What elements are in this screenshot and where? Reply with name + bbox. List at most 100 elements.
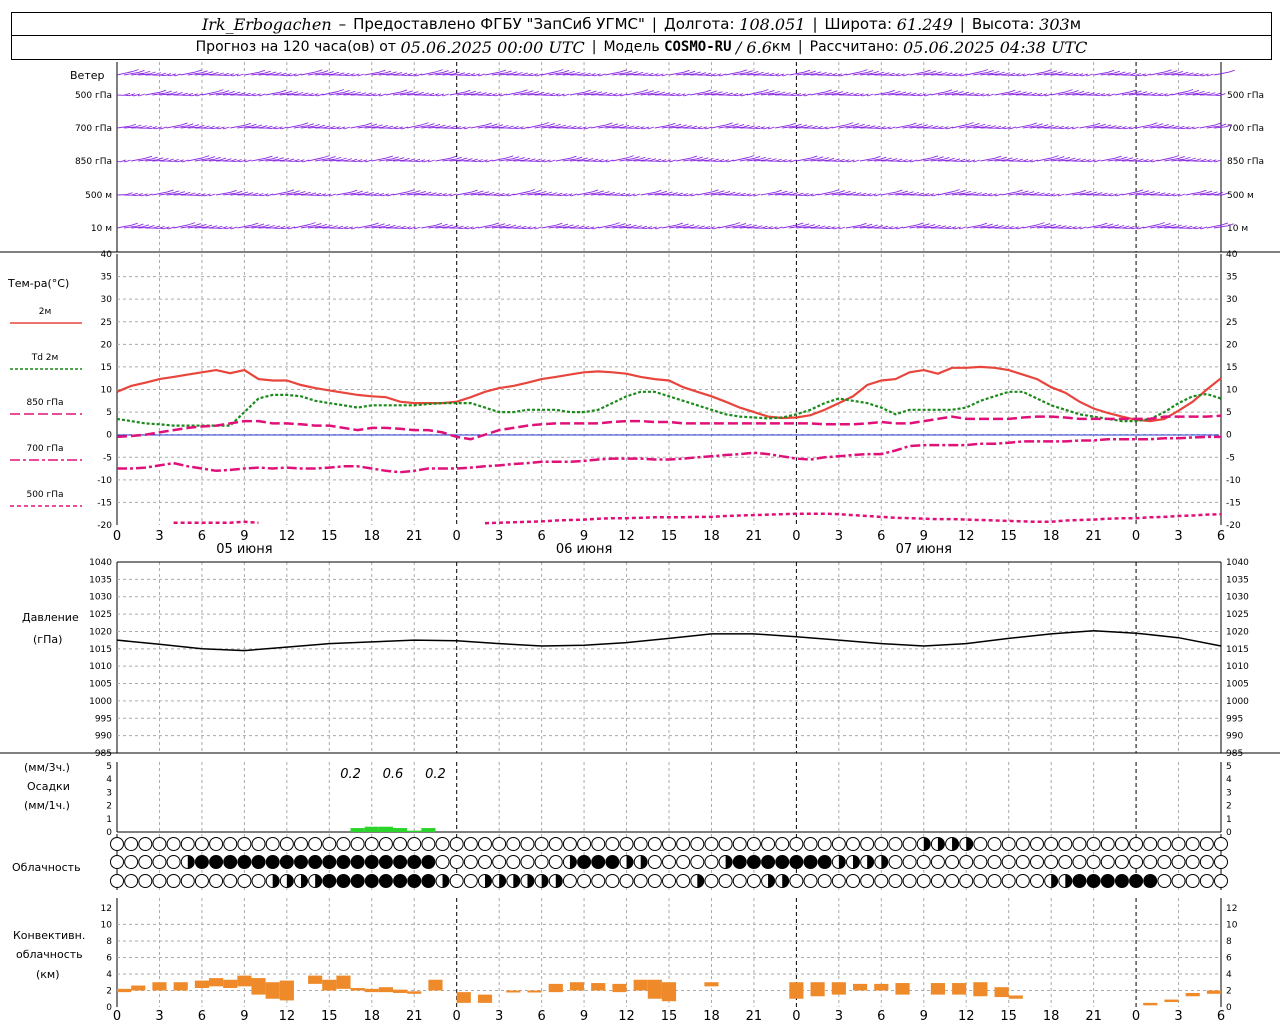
wind-barb-flag bbox=[562, 69, 570, 73]
wind-barb bbox=[746, 194, 750, 197]
temp-ytick: -10 bbox=[97, 476, 112, 486]
wind-barb-flag bbox=[1056, 71, 1063, 75]
wind-barb bbox=[449, 127, 455, 130]
conv-bar bbox=[428, 979, 443, 991]
precip-bar bbox=[421, 828, 436, 832]
wind-barb-flag bbox=[590, 90, 597, 94]
wind-barb bbox=[258, 194, 263, 197]
wind-barb bbox=[1086, 160, 1090, 163]
wind-barb-flag bbox=[789, 122, 797, 126]
wind-level-label-right: 10 м bbox=[1227, 224, 1248, 234]
wind-barb-flag bbox=[162, 158, 169, 161]
wind-barb bbox=[314, 94, 318, 97]
wind-barb bbox=[1079, 74, 1083, 77]
precip-bars bbox=[350, 826, 436, 832]
cloud-circle bbox=[393, 855, 408, 869]
wind-barb bbox=[1185, 127, 1189, 130]
wind-barb bbox=[343, 227, 348, 230]
wind-barb-flag bbox=[1043, 223, 1051, 226]
wind-barb bbox=[597, 74, 600, 77]
wind-barb-flag bbox=[181, 122, 188, 126]
cloud-circle bbox=[1086, 837, 1101, 851]
wind-barb bbox=[265, 127, 272, 129]
wind-barb-flag bbox=[137, 223, 144, 227]
wind-barb-flag bbox=[376, 124, 383, 128]
wind-barb bbox=[421, 160, 424, 163]
wind-barb-flag bbox=[712, 158, 719, 162]
wind-barb bbox=[230, 74, 233, 77]
cloud-half bbox=[838, 855, 846, 869]
wind-barb bbox=[1008, 227, 1013, 230]
wind-barb-flag bbox=[948, 157, 955, 161]
wind-barb-flag bbox=[327, 71, 334, 74]
conv-bar bbox=[251, 978, 266, 995]
wind-barb-flag bbox=[869, 125, 876, 129]
cloud-circle bbox=[718, 874, 733, 888]
wind-barb-flag bbox=[861, 69, 868, 73]
wind-barb bbox=[350, 160, 357, 163]
pressure-ytick: 1015 bbox=[89, 645, 112, 655]
conv-bar bbox=[930, 983, 945, 995]
wind-barb bbox=[258, 94, 260, 97]
conv-bar bbox=[117, 988, 132, 993]
day-label: 07 июня bbox=[896, 542, 952, 557]
wind-barb-flag bbox=[748, 155, 755, 158]
wind-barb bbox=[668, 94, 675, 97]
cloud-circle bbox=[662, 874, 676, 888]
wind-barb bbox=[767, 127, 770, 130]
pressure-ytick: 1010 bbox=[89, 662, 112, 672]
wind-barb-flag bbox=[1126, 157, 1134, 161]
wind-barb bbox=[1143, 160, 1148, 163]
wind-barb bbox=[584, 74, 590, 77]
wind-level-label-right: 500 м bbox=[1227, 191, 1254, 201]
wind-barb bbox=[308, 94, 313, 97]
conv-ytick-right: 8 bbox=[1226, 937, 1232, 947]
wind-barb-flag bbox=[847, 92, 854, 96]
wind-barb bbox=[548, 94, 554, 97]
wind-barb-flag bbox=[362, 191, 369, 195]
cloud-circle bbox=[279, 855, 294, 869]
wind-barb bbox=[555, 194, 562, 197]
wind-barb bbox=[640, 127, 644, 130]
hour-label-bottom: 9 bbox=[920, 1009, 928, 1024]
cloud-circle bbox=[987, 855, 1002, 869]
wind-barb-flag bbox=[422, 122, 429, 126]
conv-ytick: 4 bbox=[106, 970, 112, 980]
wind-barb bbox=[895, 227, 898, 230]
wind-barb-flag bbox=[1115, 155, 1122, 159]
wind-barb-flag bbox=[622, 124, 630, 128]
wind-barb-flag bbox=[448, 70, 455, 74]
cloud-circle bbox=[605, 874, 620, 888]
wind-barb-flag bbox=[888, 89, 895, 93]
legend-label: Td 2м bbox=[31, 353, 59, 363]
wind-barb bbox=[1029, 160, 1033, 163]
wind-barb-flag bbox=[444, 125, 451, 129]
wind-barb-flag bbox=[392, 156, 399, 160]
wind-barb bbox=[590, 227, 594, 230]
hour-label: 18 bbox=[363, 529, 380, 544]
wind-barb-flag bbox=[1157, 123, 1164, 127]
wind-barb-flag bbox=[792, 192, 799, 195]
cloud-circle bbox=[704, 837, 719, 851]
wind-barb-flag bbox=[1014, 90, 1022, 94]
wind-barb bbox=[527, 74, 532, 77]
temp-ytick: 25 bbox=[101, 318, 112, 328]
wind-barb bbox=[406, 227, 410, 230]
cloud-circle bbox=[732, 874, 747, 888]
cloud-circle bbox=[676, 874, 691, 888]
precip-ytick: 4 bbox=[106, 775, 112, 785]
wind-barb-flag bbox=[184, 191, 191, 195]
wind-barb-flag bbox=[1060, 225, 1067, 229]
wind-barb-flag bbox=[316, 69, 323, 73]
conv-title-1: Конвективн. bbox=[13, 929, 85, 942]
wind-barb-flag bbox=[496, 124, 504, 128]
wind-barb-flag bbox=[528, 189, 536, 192]
wind-barb-flag bbox=[349, 90, 356, 94]
cloud-circle bbox=[945, 874, 960, 888]
hour-label: 6 bbox=[1217, 529, 1225, 544]
wind-barb bbox=[605, 160, 608, 163]
wind-barb bbox=[633, 127, 639, 130]
wind-barb-flag bbox=[1052, 125, 1059, 129]
cloud-circle bbox=[1214, 837, 1228, 851]
wind-barb-flag bbox=[1079, 189, 1087, 193]
